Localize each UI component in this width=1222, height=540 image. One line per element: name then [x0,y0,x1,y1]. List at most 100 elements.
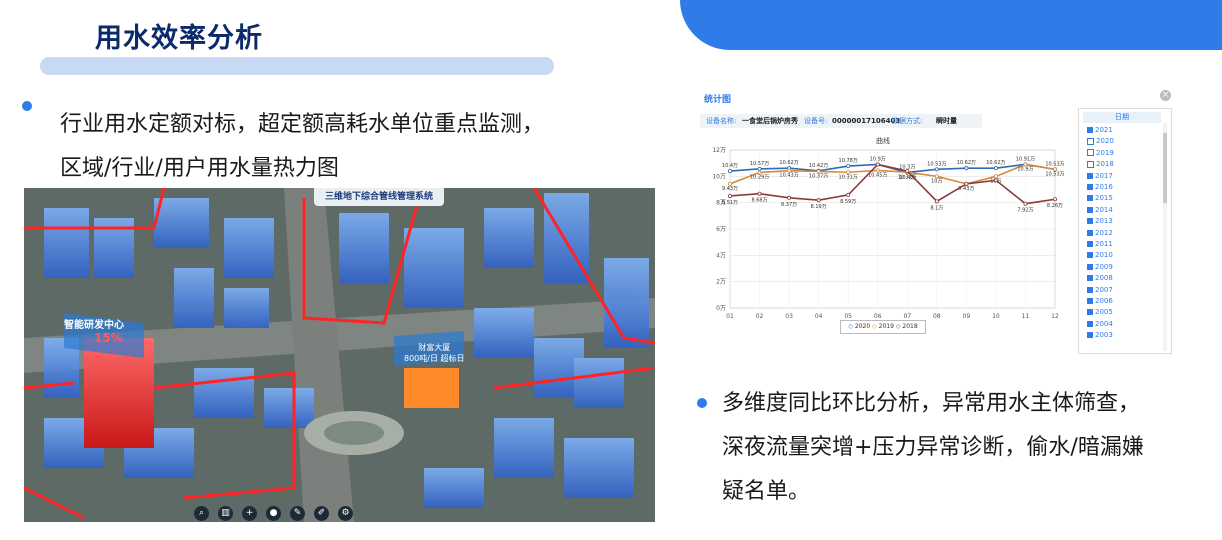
y-tick-label: 0万 [716,305,726,312]
checkbox-unchecked[interactable] [1087,275,1093,282]
y-tick-label: 12万 [712,147,726,154]
x-tick-label: 08 [933,313,941,320]
data-point-2018 [875,162,880,167]
checkbox-checked[interactable] [1087,160,1094,168]
data-point-2020 [727,169,732,174]
year-label: 2021 [1095,126,1113,134]
rnd-center-name: 智能研发中心 [64,320,124,331]
data-label-2018: 7.92万 [1017,208,1033,214]
year-label: 2007 [1095,285,1113,294]
data-label-2018: 8.51万 [722,200,738,206]
bullet-dot-1 [22,101,32,111]
mode-label: 数据方式: [892,117,923,125]
year-label: 2016 [1095,183,1113,191]
year-option[interactable]: 2021 [1087,125,1113,136]
device-name-value: 一食堂后锅炉房秀 [742,117,798,125]
location-icon[interactable]: ● [266,506,281,521]
year-option[interactable]: 2010 [1087,250,1113,261]
checkbox-unchecked[interactable] [1087,252,1093,259]
checkbox-checked[interactable] [1087,149,1094,157]
data-point-2018 [993,178,998,183]
year-option[interactable]: 2014 [1087,205,1113,216]
bullet-2-line-2: 深夜流量突增+压力异常诊断，偷水/暗漏嫌 [722,435,1144,460]
checkbox-unchecked[interactable] [1087,127,1093,133]
draw-icon[interactable]: ✐ [314,506,329,521]
checkbox-unchecked[interactable] [1087,298,1093,304]
year-selector-header: 日期 [1083,112,1161,123]
device-no-value: 00000017106403 [832,117,901,125]
slide-title: 用水效率分析 [95,23,263,54]
pen-icon[interactable]: ✎ [290,506,305,521]
x-tick-label: 01 [726,313,734,320]
year-option[interactable]: 2004 [1087,319,1113,330]
year-label: 2018 [1096,160,1114,169]
data-label-2020: 10.53万 [927,161,946,167]
tower-usage: 800吨/日 超标日 [404,354,465,363]
year-option[interactable]: 2015 [1087,193,1113,204]
checkbox-unchecked[interactable] [1087,320,1093,327]
x-tick-label: 05 [844,313,852,320]
close-icon[interactable]: × [1160,90,1171,101]
checkbox-unchecked[interactable] [1087,309,1093,316]
checkbox-unchecked[interactable] [1087,184,1093,190]
data-label-2020: 10.62万 [957,160,976,166]
data-point-2018 [727,193,732,198]
data-point-2020 [757,166,762,171]
year-option[interactable]: 2012 [1087,228,1113,239]
mode-value: 瞬时量 [936,117,957,125]
chart-icon[interactable]: ▥ [218,506,233,521]
year-label: 2006 [1095,297,1113,305]
map-system-title: 三维地下综合管线管理系统 [314,188,444,206]
year-option[interactable]: 2020 [1087,136,1114,147]
checkbox-unchecked[interactable] [1087,172,1093,179]
data-label-2019: 10.9万 [1017,166,1033,172]
plus-icon[interactable]: + [242,506,257,521]
year-option[interactable]: 2006 [1087,296,1113,307]
data-label-2020: 10.62万 [779,160,798,166]
checkbox-unchecked[interactable] [1087,218,1093,225]
title-underline-bar [40,57,554,75]
year-option[interactable]: 2007 [1087,285,1113,296]
legend-2019: 2019 [878,323,894,330]
checkbox-unchecked[interactable] [1087,206,1093,213]
year-option[interactable]: 2005 [1087,307,1113,318]
data-point-2020 [846,164,851,169]
year-scrollbar[interactable] [1163,123,1167,351]
year-label: 2012 [1095,228,1113,237]
year-label: 2017 [1095,171,1113,180]
bullet-1-line-2: 区域/行业/用户用水量热力图 [60,156,339,181]
year-label: 2010 [1095,251,1113,260]
checkbox-unchecked[interactable] [1087,263,1093,270]
year-option[interactable]: 2011 [1087,239,1113,250]
year-option[interactable]: 2008 [1087,273,1113,284]
year-label: 2011 [1095,240,1113,248]
year-label: 2014 [1095,205,1113,214]
data-point-2018 [964,181,969,186]
data-label-2019: 10.37万 [809,173,828,179]
year-option[interactable]: 2019 [1087,148,1114,159]
map-scene [24,188,655,522]
city-3d-map[interactable]: 三维地下综合管线管理系统 智能研发中心 15% 财富大厦 800吨/日 超标日 … [24,188,655,522]
checkbox-checked[interactable] [1087,137,1094,145]
year-option[interactable]: 2016 [1087,182,1113,193]
data-label-2020: 10.9万 [870,156,886,162]
device-info-bar: 设备名称: 一食堂后锅炉房秀 设备号: 00000017106403 数据方式:… [700,114,982,128]
year-option[interactable]: 2009 [1087,262,1113,273]
year-option[interactable]: 2017 [1087,171,1113,182]
checkbox-unchecked[interactable] [1087,195,1093,202]
data-point-2018 [787,195,792,200]
data-point-2018 [757,191,762,196]
checkbox-unchecked[interactable] [1087,229,1093,236]
checkbox-unchecked[interactable] [1087,241,1093,247]
data-label-2018: 8.1万 [930,205,943,211]
data-label-2018: 8.19万 [811,204,827,210]
search-icon[interactable]: ⌕ [194,506,209,521]
year-label: 2003 [1095,331,1113,340]
year-option[interactable]: 2018 [1087,159,1114,170]
device-name-label: 设备名称: [706,117,737,125]
checkbox-unchecked[interactable] [1087,286,1093,293]
year-option[interactable]: 2013 [1087,216,1113,227]
gear-icon[interactable]: ⚙ [338,506,353,521]
checkbox-unchecked[interactable] [1087,332,1093,339]
year-option[interactable]: 2003 [1087,330,1113,341]
